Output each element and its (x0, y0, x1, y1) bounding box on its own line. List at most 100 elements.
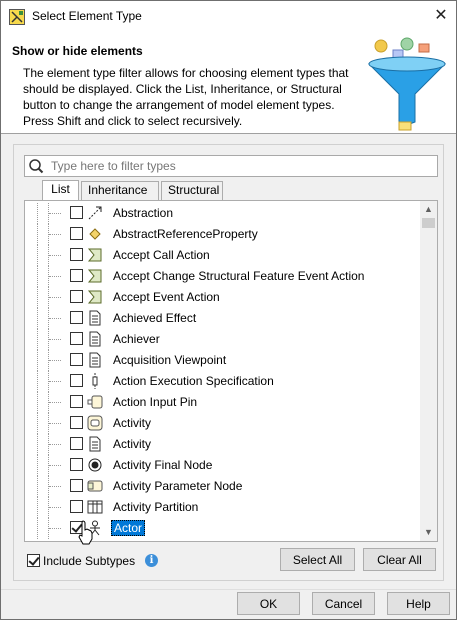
document-icon (89, 436, 101, 452)
element-checkbox[interactable] (70, 416, 83, 429)
element-checkbox[interactable] (70, 458, 83, 471)
list-item[interactable]: Accept Change Structural Feature Event A… (25, 266, 420, 287)
element-checkbox[interactable] (70, 269, 83, 282)
element-checkbox[interactable] (70, 332, 83, 345)
element-checkbox[interactable] (70, 437, 83, 450)
element-label: Acquisition Viewpoint (113, 353, 227, 367)
list-item[interactable]: Abstraction (25, 203, 420, 224)
tree-guide-line (37, 497, 38, 518)
activity-icon (87, 415, 103, 431)
element-checkbox[interactable] (70, 479, 83, 492)
header-title: Show or hide elements (12, 44, 143, 58)
element-checkbox[interactable] (70, 248, 83, 261)
tab-structural[interactable]: Structural (161, 181, 223, 200)
parameter-node-icon (87, 480, 103, 492)
list-item[interactable]: Achieved Effect (25, 308, 420, 329)
tree-connector (49, 213, 61, 214)
select-element-type-dialog: Select Element Type ✕ Show or hide eleme… (0, 0, 457, 620)
tree-connector (49, 444, 61, 445)
filter-panel: List Inheritance Structural Abstraction A… (13, 144, 444, 581)
include-subtypes-checkbox[interactable] (27, 554, 40, 567)
tree-guide-line (37, 392, 38, 413)
tree-connector (49, 276, 61, 277)
footer-divider (1, 589, 456, 590)
list-item[interactable]: Action Input Pin (25, 392, 420, 413)
tree-guide-line (37, 308, 38, 329)
select-all-button[interactable]: Select All (280, 548, 355, 571)
tree-connector (49, 402, 61, 403)
list-item[interactable]: Accept Call Action (25, 245, 420, 266)
scroll-up-arrow-icon[interactable]: ▲ (420, 201, 437, 218)
list-item[interactable]: Action Execution Specification (25, 371, 420, 392)
document-icon (89, 310, 101, 326)
partition-icon (87, 500, 103, 514)
cancel-button[interactable]: Cancel (312, 592, 375, 615)
vertical-scrollbar[interactable]: ▲ ▼ (420, 201, 437, 541)
tree-guide-line (37, 518, 38, 539)
tree-connector (49, 381, 61, 382)
close-button[interactable]: ✕ (426, 1, 456, 32)
element-checkbox[interactable] (70, 353, 83, 366)
list-item[interactable]: Activity (25, 434, 420, 455)
search-icon (29, 159, 44, 174)
element-type-list[interactable]: Abstraction AbstractReferenceProperty Acce… (24, 200, 438, 542)
element-label: Activity (113, 437, 152, 451)
window-title: Select Element Type (32, 9, 142, 23)
element-checkbox[interactable] (70, 290, 83, 303)
element-label: Abstraction (113, 206, 174, 220)
tree-guide-line (37, 245, 38, 266)
ok-button[interactable]: OK (237, 592, 300, 615)
accept-action-icon (87, 269, 102, 283)
element-label: Achiever (113, 332, 160, 346)
tab-inheritance[interactable]: Inheritance (81, 181, 159, 200)
document-icon (89, 331, 101, 347)
list-item[interactable]: Activity Parameter Node (25, 476, 420, 497)
list-item[interactable]: Activity (25, 413, 420, 434)
element-checkbox[interactable] (70, 311, 83, 324)
tree-connector (49, 297, 61, 298)
element-checkbox[interactable] (70, 395, 83, 408)
tree-guide-line (37, 371, 38, 392)
help-button[interactable]: Help (387, 592, 450, 615)
list-item[interactable]: Accept Event Action (25, 287, 420, 308)
header-description: The element type filter allows for choos… (23, 66, 349, 128)
element-checkbox[interactable] (70, 374, 83, 387)
dialog-header: Show or hide elements The element type f… (1, 32, 456, 134)
element-checkbox[interactable] (70, 206, 83, 219)
search-input[interactable] (49, 157, 435, 175)
element-label: Actor (111, 520, 146, 536)
scroll-down-arrow-icon[interactable]: ▼ (420, 524, 437, 541)
mouse-cursor-icon (78, 520, 93, 545)
document-icon (89, 352, 101, 368)
tree-connector (49, 255, 61, 256)
tree-connector (49, 507, 61, 508)
element-label: Accept Change Structural Feature Event A… (113, 269, 365, 283)
app-icon (9, 9, 25, 25)
element-checkbox[interactable] (70, 500, 83, 513)
tree-connector (49, 528, 61, 529)
element-label: Achieved Effect (113, 311, 197, 325)
list-item[interactable]: Activity Final Node (25, 455, 420, 476)
list-item[interactable]: Activity Partition (25, 497, 420, 518)
element-label: Accept Event Action (113, 290, 220, 304)
tree-connector (49, 339, 61, 340)
tree-connector (49, 423, 61, 424)
accept-action-icon (87, 290, 102, 304)
tree-guide-line (37, 434, 38, 455)
search-box[interactable] (24, 155, 438, 177)
list-item[interactable]: Achiever (25, 329, 420, 350)
list-item[interactable]: Acquisition Viewpoint (25, 350, 420, 371)
tab-list[interactable]: List (42, 180, 79, 201)
tree-guide-line (37, 203, 38, 224)
element-label: Activity Partition (113, 500, 199, 514)
title-bar: Select Element Type ✕ (1, 1, 456, 32)
clear-all-button[interactable]: Clear All (363, 548, 436, 571)
tree-guide-line (37, 350, 38, 371)
scroll-thumb[interactable] (422, 218, 435, 228)
info-icon[interactable]: i (145, 554, 158, 567)
element-label: Activity Parameter Node (113, 479, 243, 493)
abstraction-icon (88, 206, 102, 220)
list-item[interactable]: AbstractReferenceProperty (25, 224, 420, 245)
element-checkbox[interactable] (70, 227, 83, 240)
tree-guide-line (37, 413, 38, 434)
